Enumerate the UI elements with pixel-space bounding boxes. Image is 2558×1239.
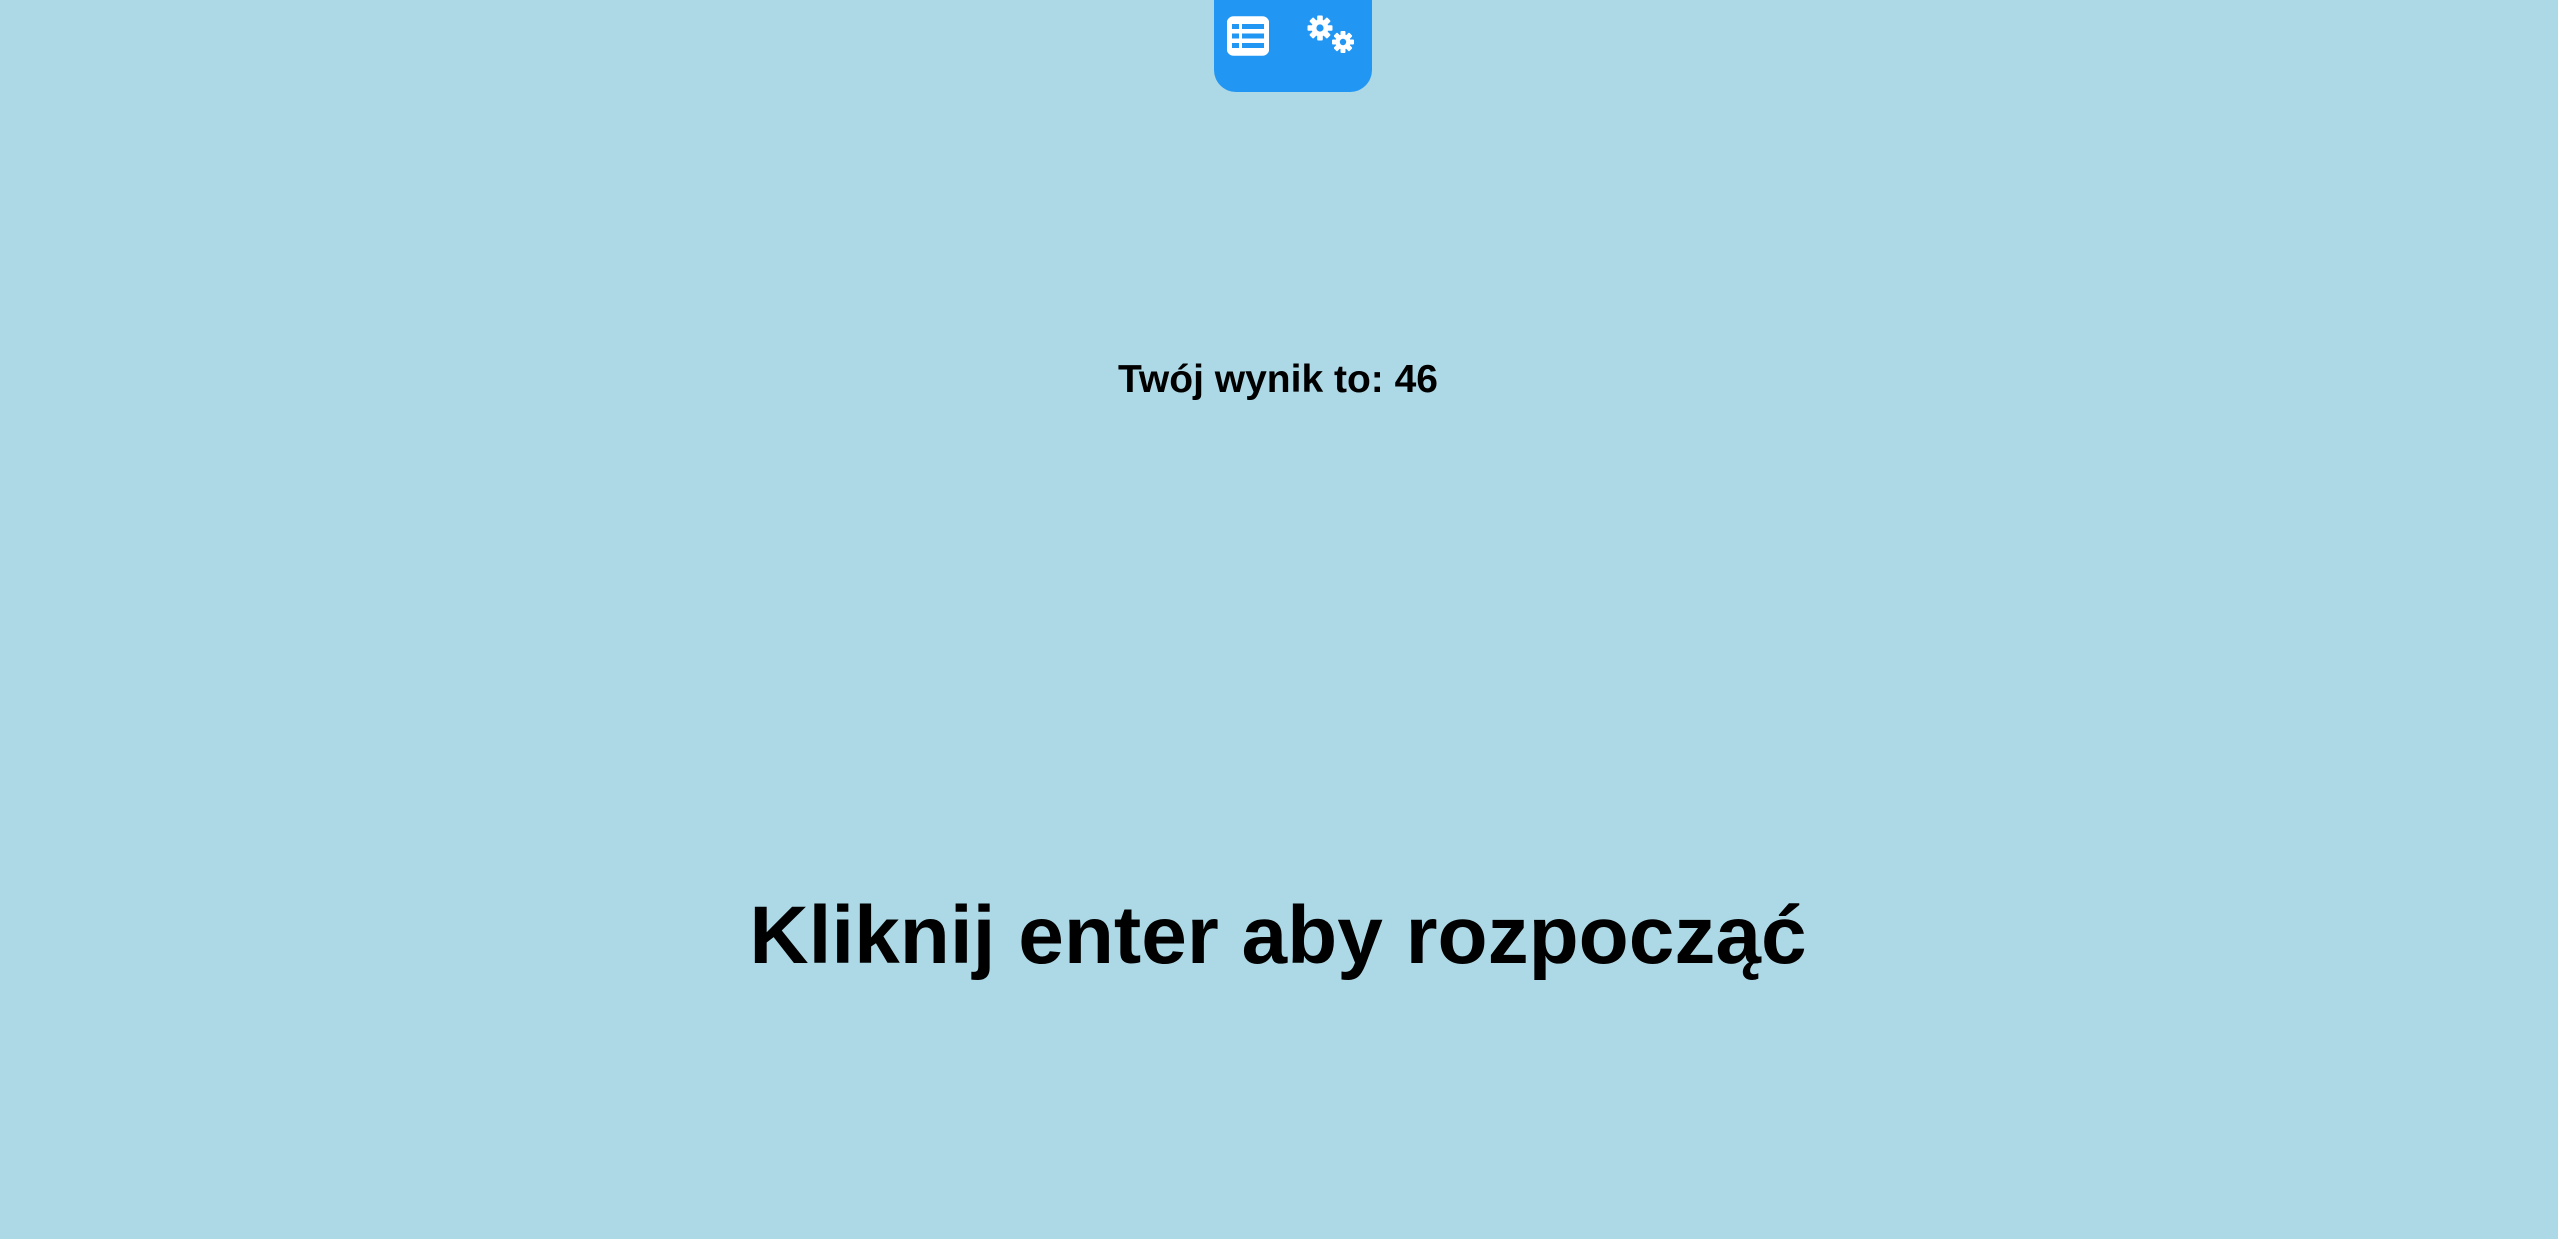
score-value: 46 xyxy=(1394,358,1438,401)
score-label: Twój wynik to: xyxy=(1118,358,1384,401)
settings-gears-icon xyxy=(1305,14,1359,58)
start-prompt: Kliknij enter aby rozpocząć xyxy=(0,886,2558,986)
settings-button[interactable] xyxy=(1302,8,1362,64)
game-stage: Twój wynik to: 46 Kliknij enter aby rozp… xyxy=(0,0,2558,1239)
list-icon xyxy=(1227,16,1269,56)
leaderboard-button[interactable] xyxy=(1218,8,1278,64)
start-prompt-text: Kliknij enter aby rozpocząć xyxy=(749,890,1807,981)
top-toolbar xyxy=(1214,0,1372,92)
score-display: Twój wynik to: 46 xyxy=(0,354,2558,406)
